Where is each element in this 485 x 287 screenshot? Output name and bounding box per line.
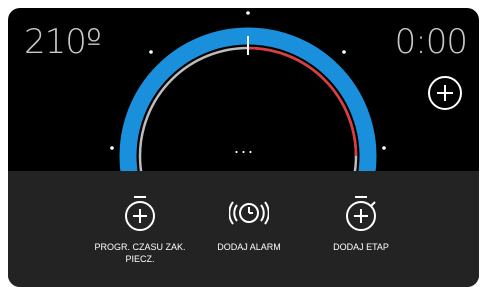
dial-tick bbox=[342, 50, 346, 54]
bake-time-label: PROGR. CZASU ZAK. PIECZ. bbox=[94, 242, 186, 264]
add-stage-button[interactable]: DODAJ ETAP bbox=[322, 193, 400, 253]
oven-screen: 210º 0:00 ... PROGR. CZASU ZAK. PIECZ. D… bbox=[8, 8, 479, 287]
temperature-readout[interactable]: 210º bbox=[24, 22, 102, 62]
stopwatch-plus-icon bbox=[346, 196, 376, 231]
dial-progress-arc bbox=[247, 46, 358, 157]
plus-circle-icon[interactable] bbox=[428, 76, 462, 110]
dial-tick bbox=[246, 11, 250, 15]
add-stage-label: DODAJ ETAP bbox=[333, 242, 389, 252]
action-panel: PROGR. CZASU ZAK. PIECZ. DODAJ ALARM DOD… bbox=[8, 171, 479, 287]
more-options-button[interactable]: ... bbox=[234, 138, 255, 156]
bake-time-button[interactable]: PROGR. CZASU ZAK. PIECZ. bbox=[82, 193, 198, 265]
add-alarm-button[interactable]: DODAJ ALARM bbox=[206, 193, 292, 253]
dial-tick bbox=[149, 50, 153, 54]
stopwatch-plus-icon bbox=[125, 196, 155, 231]
timer-readout[interactable]: 0:00 bbox=[395, 22, 468, 62]
add-alarm-label: DODAJ ALARM bbox=[217, 242, 281, 252]
dial-tick bbox=[110, 146, 114, 150]
alarm-ringing-icon bbox=[229, 201, 269, 225]
dial-tick bbox=[382, 146, 386, 150]
